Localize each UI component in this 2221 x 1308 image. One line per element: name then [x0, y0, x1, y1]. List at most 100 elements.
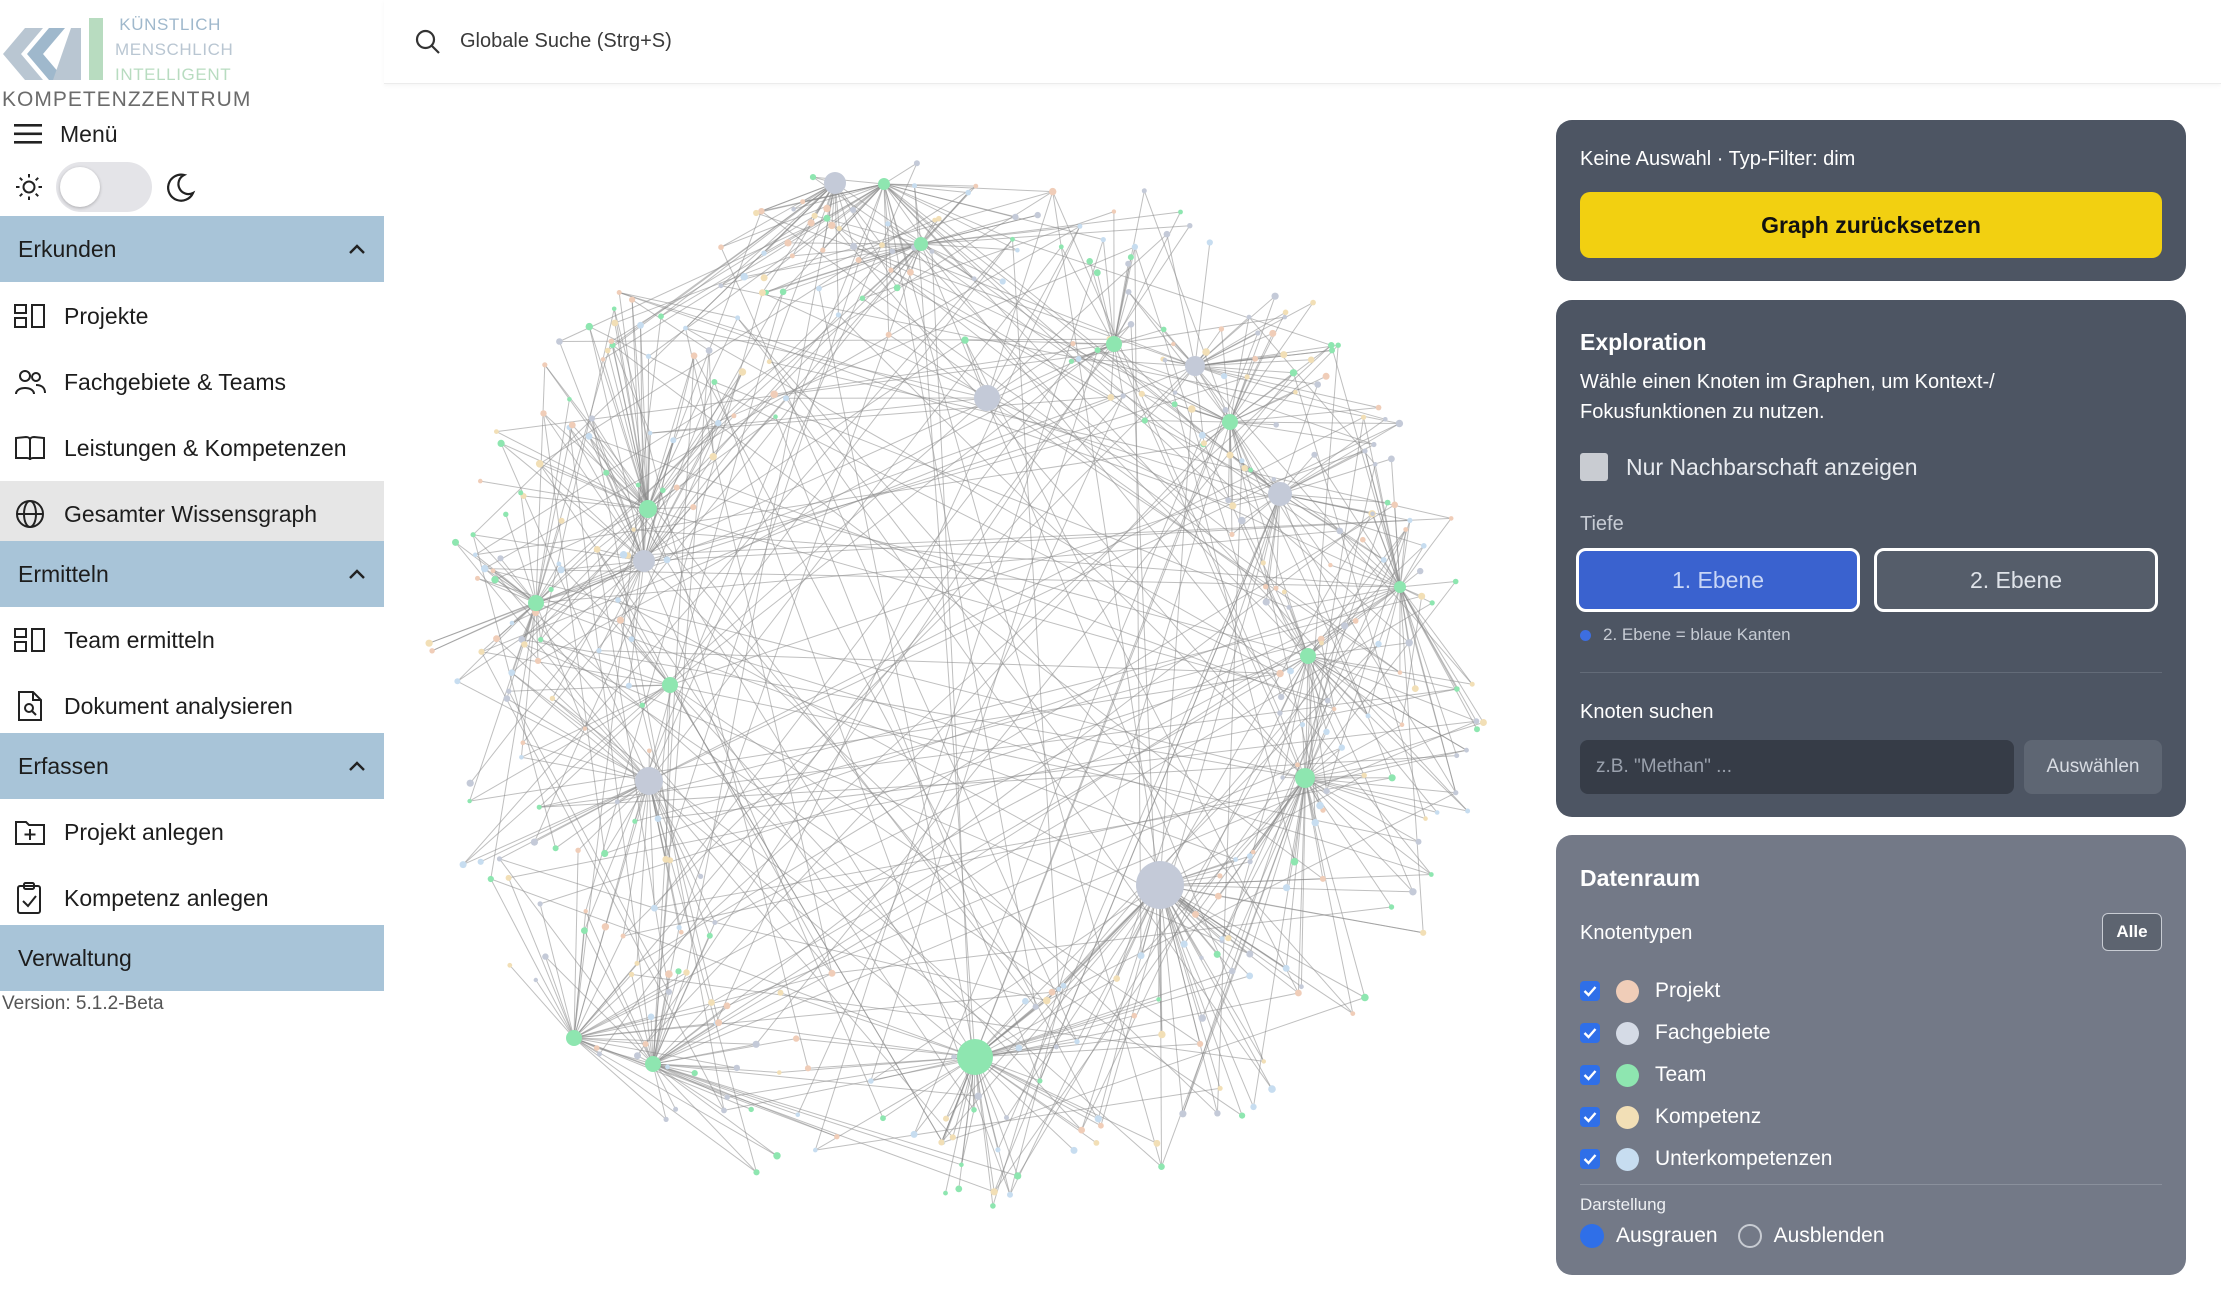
- graph-node[interactable]: [581, 927, 588, 934]
- graph-node[interactable]: [809, 174, 817, 181]
- graph-node[interactable]: [535, 460, 544, 468]
- graph-node[interactable]: [505, 874, 512, 881]
- graph-node[interactable]: [1158, 1030, 1166, 1039]
- graph-node[interactable]: [1372, 462, 1378, 467]
- graph-node[interactable]: [1280, 775, 1285, 780]
- graph-node[interactable]: [490, 568, 496, 574]
- graph-node[interactable]: [1332, 706, 1337, 712]
- graph-node[interactable]: [1362, 448, 1368, 454]
- graph-node[interactable]: [1241, 465, 1248, 472]
- graph-node[interactable]: [1423, 816, 1428, 821]
- graph-node[interactable]: [611, 306, 617, 312]
- graph-node[interactable]: [1290, 857, 1299, 866]
- graph-node[interactable]: [493, 635, 500, 643]
- graph-node[interactable]: [1287, 667, 1294, 675]
- graph-node[interactable]: [1375, 404, 1382, 411]
- graph-node[interactable]: [1380, 557, 1387, 563]
- graph-node[interactable]: [506, 688, 512, 694]
- graph-node[interactable]: [429, 648, 435, 654]
- graph-node[interactable]: [552, 845, 559, 852]
- graph-node[interactable]: [804, 1065, 812, 1072]
- graph-node[interactable]: [1371, 441, 1377, 448]
- graph-node[interactable]: [1276, 669, 1284, 678]
- graph-node[interactable]: [1405, 639, 1413, 647]
- graph-node[interactable]: [885, 221, 891, 227]
- graph-node[interactable]: [683, 969, 690, 976]
- checkbox-checked-icon[interactable]: [1580, 981, 1600, 1001]
- graph-node[interactable]: [1434, 810, 1440, 815]
- graph-node[interactable]: [642, 1041, 649, 1047]
- graph-node[interactable]: [1229, 967, 1236, 975]
- graph-node[interactable]: [959, 1162, 964, 1168]
- graph-node[interactable]: [635, 482, 641, 488]
- graph-node[interactable]: [1282, 309, 1289, 316]
- graph-node[interactable]: [665, 970, 673, 978]
- node-type-fachgebiete[interactable]: Fachgebiete: [1580, 1012, 1832, 1054]
- graph-node[interactable]: [823, 214, 831, 222]
- graph-node[interactable]: [619, 551, 628, 559]
- graph-node[interactable]: [1219, 936, 1225, 941]
- graph-node[interactable]: [557, 566, 565, 574]
- nav-team-ermitteln[interactable]: Team ermitteln: [0, 607, 384, 673]
- graph-node[interactable]: [1268, 1085, 1276, 1093]
- node-type-projekt[interactable]: Projekt: [1580, 970, 1832, 1012]
- graph-node[interactable]: [723, 1002, 731, 1010]
- graph-node[interactable]: [990, 1203, 996, 1209]
- graph-node[interactable]: [568, 421, 576, 429]
- graph-node[interactable]: [582, 726, 588, 731]
- graph-node[interactable]: [1178, 209, 1183, 215]
- graph-node[interactable]: [1252, 355, 1259, 362]
- graph-node[interactable]: [1198, 431, 1206, 439]
- graph-hub-node[interactable]: [1268, 482, 1292, 506]
- graph-node[interactable]: [521, 641, 528, 648]
- graph-node[interactable]: [712, 920, 718, 925]
- reset-graph-button[interactable]: Graph zurücksetzen: [1580, 192, 2162, 258]
- graph-node[interactable]: [835, 312, 841, 318]
- graph-node[interactable]: [709, 453, 717, 461]
- graph-node[interactable]: [616, 290, 622, 295]
- graph-node[interactable]: [1352, 618, 1359, 624]
- graph-node[interactable]: [718, 283, 724, 289]
- graph-node[interactable]: [735, 315, 741, 321]
- graph-node[interactable]: [1226, 451, 1234, 459]
- graph-node[interactable]: [1113, 975, 1120, 982]
- graph-node[interactable]: [549, 695, 556, 702]
- graph-nodes[interactable]: [425, 160, 1487, 1209]
- graph-node[interactable]: [932, 217, 938, 223]
- graph-node[interactable]: [813, 1147, 818, 1153]
- graph-node[interactable]: [1250, 849, 1256, 855]
- graph-node[interactable]: [779, 288, 787, 296]
- graph-node[interactable]: [1271, 477, 1277, 482]
- graph-node[interactable]: [1225, 935, 1232, 942]
- graph-node[interactable]: [1473, 718, 1480, 725]
- graph-node[interactable]: [859, 295, 866, 302]
- graph-node[interactable]: [1179, 1110, 1187, 1118]
- graph-node[interactable]: [1314, 381, 1321, 388]
- graph-node[interactable]: [731, 413, 737, 419]
- graph-node[interactable]: [1015, 247, 1020, 253]
- graph-hub-node[interactable]: [528, 595, 544, 611]
- graph-hub-node[interactable]: [914, 237, 928, 251]
- graph-node[interactable]: [708, 999, 715, 1006]
- graph-node[interactable]: [520, 740, 526, 746]
- graph-node[interactable]: [770, 390, 778, 399]
- graph-node[interactable]: [1261, 1059, 1266, 1064]
- graph-node[interactable]: [783, 395, 789, 402]
- graph-node[interactable]: [1375, 640, 1382, 648]
- graph-node[interactable]: [1323, 728, 1330, 735]
- neighborhood-checkbox-row[interactable]: Nur Nachbarschaft anzeigen: [1580, 453, 1918, 481]
- graph-node[interactable]: [604, 347, 611, 354]
- graph-node[interactable]: [811, 212, 818, 219]
- graph-node[interactable]: [676, 924, 682, 931]
- nav-gesamter-wissensgraph[interactable]: Gesamter Wissensgraph: [0, 481, 384, 547]
- graph-node[interactable]: [1282, 314, 1288, 320]
- graph-node[interactable]: [1239, 458, 1245, 464]
- graph-node[interactable]: [1093, 269, 1101, 277]
- graph-node[interactable]: [1273, 585, 1279, 591]
- graph-node[interactable]: [663, 1116, 669, 1122]
- graph-node[interactable]: [879, 242, 885, 249]
- graph-node[interactable]: [654, 815, 662, 822]
- graph-node[interactable]: [518, 490, 524, 496]
- graph-node[interactable]: [645, 353, 652, 359]
- graph-node[interactable]: [1273, 422, 1279, 428]
